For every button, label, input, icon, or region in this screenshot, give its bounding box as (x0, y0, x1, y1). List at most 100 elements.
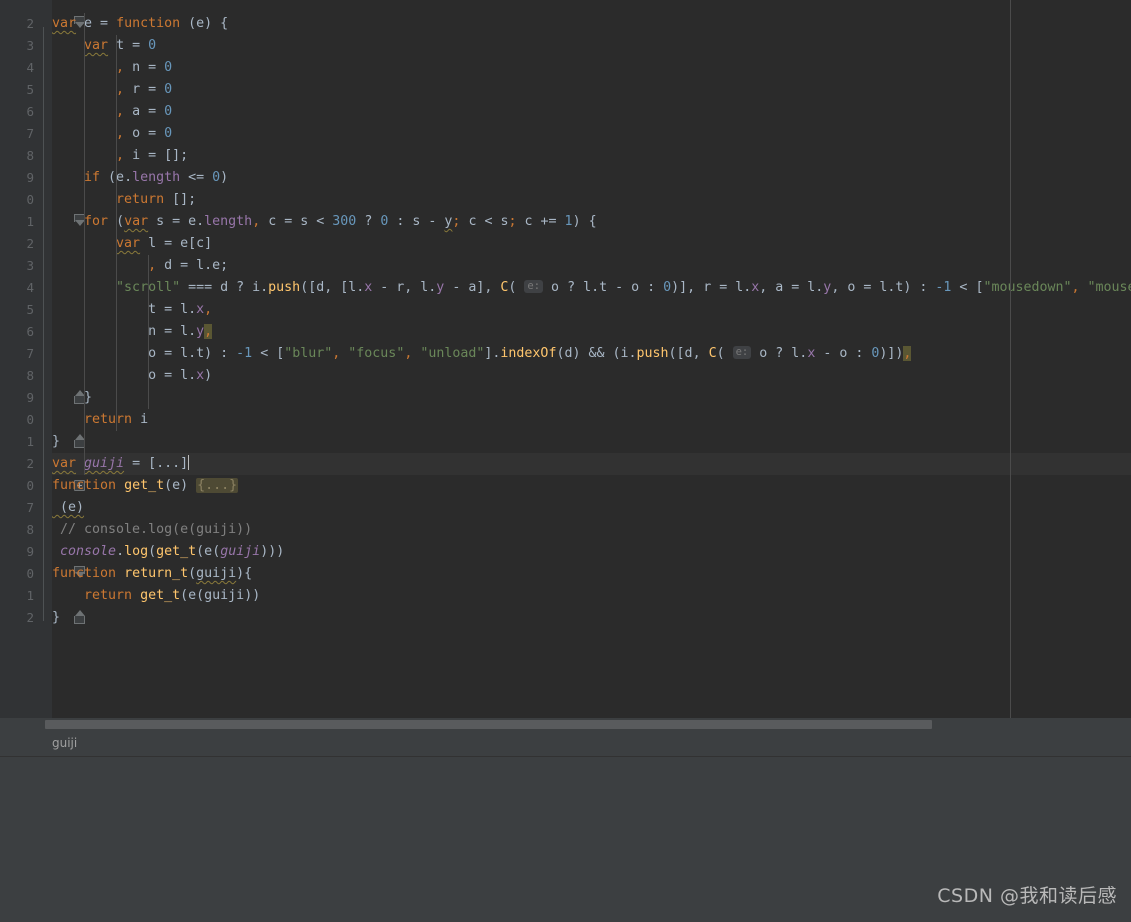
code-token: function (52, 566, 117, 581)
code-line[interactable]: // console.log(e(guiji)) (52, 519, 1131, 541)
line-number: 0 (26, 192, 34, 207)
code-token: (guiji)) (196, 588, 261, 603)
code-line[interactable]: return []; (52, 189, 1131, 211)
code-token: "mousedown" (983, 280, 1072, 295)
code-token: function (116, 16, 181, 31)
code-line[interactable]: var e = function (e) { (52, 13, 1131, 35)
code-line[interactable]: , r = 0 (52, 79, 1131, 101)
code-token: return_t (124, 566, 189, 581)
code-line[interactable]: function return_t(guiji){ (52, 563, 1131, 585)
code-token: t (196, 346, 205, 361)
code-token: r = (124, 82, 165, 97)
editor-horizontal-scrollbar-thumb[interactable] (45, 720, 932, 729)
code-token: ) (220, 170, 229, 185)
code-line[interactable]: o = l.x) (52, 365, 1131, 387)
code-token: ([d, (668, 346, 709, 361)
code-line[interactable]: var t = 0 (52, 35, 1131, 57)
code-token: "mousem (1087, 280, 1131, 295)
code-line[interactable]: function get_t(e) {...} (52, 475, 1131, 497)
code-token: guiji (220, 544, 261, 559)
code-line[interactable]: } (52, 431, 1131, 453)
code-token: n = (124, 60, 165, 75)
line-number: 9 (26, 544, 34, 559)
code-token: . (116, 544, 125, 559)
code-token: guiji (196, 566, 237, 581)
code-token: var (116, 236, 141, 251)
code-line[interactable]: } (52, 387, 1131, 409)
code-token: C (708, 346, 717, 361)
code-token: ]. (484, 346, 501, 361)
code-line[interactable]: return i (52, 409, 1131, 431)
indent-guide (148, 255, 150, 409)
code-line[interactable]: , i = []; (52, 145, 1131, 167)
code-token: get_t (156, 544, 197, 559)
code-line[interactable]: if (e.length <= 0) (52, 167, 1131, 189)
code-token: 0 (663, 280, 672, 295)
code-token: , (204, 324, 213, 339)
code-token: length (204, 214, 253, 229)
line-number: 5 (26, 302, 34, 317)
code-line[interactable]: console.log(get_t(e(guiji))) (52, 541, 1131, 563)
code-line[interactable]: return get_t(e(guiji)) (52, 585, 1131, 607)
code-line[interactable]: , n = 0 (52, 57, 1131, 79)
code-line[interactable]: var guiji = [...] (52, 453, 1131, 475)
breadcrumb-item-guiji[interactable]: guiji (52, 736, 77, 750)
line-number-gutter[interactable]: 2 3 4 5 6 7 8 9 0 1 2 3 4 5 6 7 8 9 0 1 2 0 7 8 9 0 1 2 (0, 0, 36, 718)
code-line[interactable]: o = l.t) : -1 < ["blur", "focus", "unloa… (52, 343, 1131, 365)
code-token: o ? l. (543, 280, 600, 295)
code-line[interactable]: , a = 0 (52, 101, 1131, 123)
code-token: < [ (951, 280, 984, 295)
code-token: , (116, 126, 125, 141)
code-line[interactable]: t = l.x, (52, 299, 1131, 321)
code-token: "focus" (348, 346, 405, 361)
line-number: 2 (26, 236, 34, 251)
code-text-surface[interactable]: var e = function (e) { var t = 0 , n = 0… (52, 0, 1131, 718)
code-token: c = s < (260, 214, 333, 229)
code-token: ( (188, 566, 197, 581)
code-folding-gutter[interactable] (36, 0, 85, 718)
code-token: 0 (164, 82, 173, 97)
code-editor[interactable]: 2 3 4 5 6 7 8 9 0 1 2 3 4 5 6 7 8 9 0 1 2 0 7 8 9 0 1 2 var e = fun… (0, 0, 1131, 718)
code-token: (e) (164, 478, 197, 493)
code-token: var (52, 16, 77, 31)
code-token: c < s (460, 214, 509, 229)
code-token: ) : (903, 280, 936, 295)
code-token: function (52, 478, 117, 493)
line-number: 5 (26, 82, 34, 97)
code-token: ) (204, 368, 213, 383)
code-line[interactable]: , o = 0 (52, 123, 1131, 145)
code-token: indexOf (500, 346, 557, 361)
line-number: 8 (26, 148, 34, 163)
line-number: 8 (26, 522, 34, 537)
code-line[interactable]: n = l.y, (52, 321, 1131, 343)
code-token: - r, l. (372, 280, 437, 295)
code-token: i (132, 412, 149, 427)
code-line[interactable]: , d = l.e; (52, 255, 1131, 277)
code-line[interactable]: "scroll" === d ? i.push([d, [l.x - r, l.… (52, 277, 1131, 299)
line-number: 4 (26, 280, 34, 295)
code-token: "unload" (420, 346, 485, 361)
line-number: 7 (26, 126, 34, 141)
code-token: ( (508, 280, 525, 295)
code-line[interactable]: } (52, 607, 1131, 629)
breadcrumb[interactable]: guiji (0, 732, 1131, 757)
line-number: 1 (26, 434, 34, 449)
code-token: 1 (564, 214, 573, 229)
code-line[interactable]: for (var s = e.length, c = s < 300 ? 0 :… (52, 211, 1131, 233)
code-token: var (124, 214, 149, 229)
code-token: return (116, 192, 165, 207)
code-token: ([d, [l. (300, 280, 365, 295)
right-margin-guide (1010, 0, 1011, 718)
code-line[interactable]: var l = e[c] (52, 233, 1131, 255)
code-token: } (52, 610, 61, 625)
code-token: -1 (236, 346, 253, 361)
code-token: {...} (196, 478, 239, 493)
code-token: e (188, 588, 197, 603)
line-number: 7 (26, 346, 34, 361)
code-line[interactable]: (e) (52, 497, 1131, 519)
code-token: s = e. (148, 214, 205, 229)
code-token: ) { (572, 214, 597, 229)
line-number: 6 (26, 324, 34, 339)
code-token: ( (180, 588, 189, 603)
line-number: 3 (26, 38, 34, 53)
